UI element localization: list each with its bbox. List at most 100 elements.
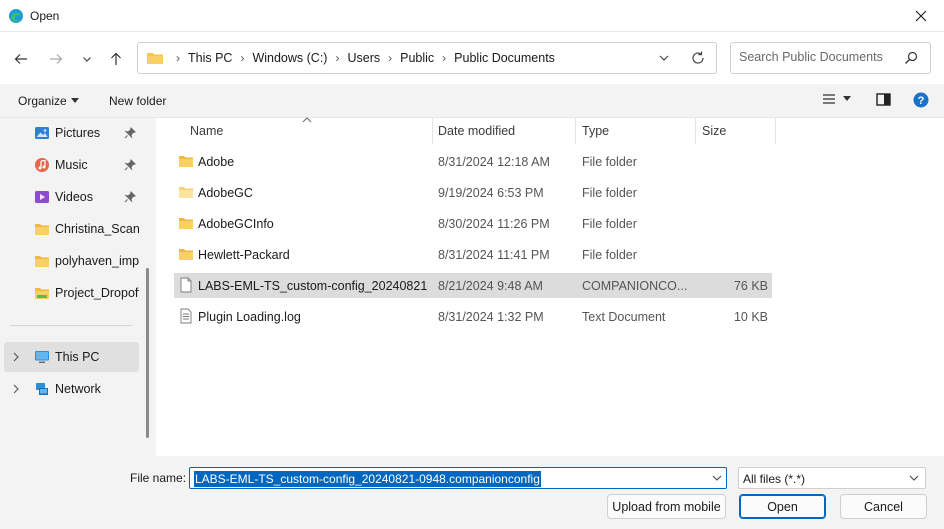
breadcrumb-separator: › [240,51,245,65]
pin-icon[interactable] [124,191,136,203]
dialog-footer: File name: LABS-EML-TS_custom-config_202… [0,456,944,529]
file-type-select[interactable]: All files (*.*) [738,467,926,489]
list-view-icon [823,94,835,104]
command-bar: Organize New folder ? [0,84,944,118]
search-input[interactable] [739,50,904,64]
sidebar-item-pictures[interactable]: Pictures [0,118,140,148]
refresh-icon[interactable] [690,50,706,66]
column-header-size[interactable]: Size [702,118,726,144]
file-name: Hewlett-Packard [198,248,290,262]
chevron-right-icon[interactable] [12,384,20,394]
column-header-name[interactable]: Name [190,118,223,144]
caret-down-icon [70,98,79,103]
sidebar-scrollbar[interactable] [146,268,149,438]
file-date: 8/21/2024 9:48 AM [438,279,543,293]
navigation-pane: Pictures Music Videos Christina_Scan_I p… [0,118,156,456]
breadcrumb-separator: › [335,51,340,65]
file-type: Text Document [582,310,666,324]
recent-locations-button[interactable] [76,48,98,70]
column-divider[interactable] [575,118,576,144]
caret-down-icon [843,96,851,101]
close-button[interactable] [898,0,944,32]
file-icon [180,277,192,293]
file-type: COMPANIONCO... [582,279,688,293]
svg-text:?: ? [918,95,925,107]
column-divider[interactable] [432,118,433,144]
pin-icon[interactable] [124,159,136,171]
chevron-down-icon [909,475,919,481]
chevron-right-icon[interactable] [12,352,20,362]
search-box[interactable] [730,42,931,74]
open-button[interactable]: Open [739,494,826,519]
help-icon[interactable]: ? [913,92,929,108]
table-row[interactable]: AdobeGCInfo 8/30/2024 11:26 PM File fold… [174,211,772,236]
network-icon [36,383,48,395]
breadcrumb-public[interactable]: Public [398,51,436,65]
this-pc-icon [35,351,49,363]
column-header-type[interactable]: Type [582,118,609,144]
folder-icon [35,288,49,299]
new-folder-button[interactable]: New folder [109,94,166,108]
address-dropdown-icon[interactable] [658,52,670,64]
sidebar-item-label: Christina_Scan_I [55,222,139,236]
forward-button[interactable] [45,48,67,70]
upload-from-mobile-button[interactable]: Upload from mobile [607,494,726,519]
preview-pane-icon[interactable] [876,93,892,107]
file-type: File folder [582,248,637,262]
sidebar-item-polyhaven[interactable]: polyhaven_impo [0,246,140,276]
file-type: File folder [582,217,637,231]
file-name-field[interactable]: LABS-EML-TS_custom-config_20240821-0948.… [189,467,727,489]
sidebar-item-videos[interactable]: Videos [0,182,140,212]
sidebar-item-network[interactable]: Network [0,374,140,404]
view-options-button[interactable] [822,93,851,105]
breadcrumb-separator: › [388,51,393,65]
folder-icon [179,218,193,229]
file-name: LABS-EML-TS_custom-config_20240821-... [198,279,428,293]
sidebar-item-label: This PC [55,350,100,364]
file-name: AdobeGC [198,186,253,200]
file-type-value: All files (*.*) [743,472,806,486]
folder-icon [179,249,193,260]
chevron-down-icon[interactable] [712,474,722,482]
sidebar-item-this-pc[interactable]: This PC [4,342,139,372]
pin-icon[interactable] [124,127,136,139]
column-divider[interactable] [695,118,696,144]
cancel-button[interactable]: Cancel [840,494,927,519]
sidebar-item-christina-scan[interactable]: Christina_Scan_I [0,214,140,244]
breadcrumb-public-documents[interactable]: Public Documents [452,51,557,65]
breadcrumb-users[interactable]: Users [345,51,382,65]
breadcrumb-this-pc[interactable]: This PC [186,51,234,65]
sidebar-divider [10,325,132,326]
breadcrumb-windows-c[interactable]: Windows (C:) [250,51,329,65]
table-row[interactable]: AdobeGC 9/19/2024 6:53 PM File folder [174,180,772,205]
breadcrumb-separator: › [176,51,180,65]
file-date: 8/30/2024 11:26 PM [438,217,550,231]
file-size: 76 KB [733,279,768,293]
column-divider[interactable] [775,118,776,144]
file-date: 8/31/2024 11:41 PM [438,248,550,262]
sidebar-item-project-dropoff[interactable]: Project_Dropoff [0,278,140,308]
sidebar-item-label: polyhaven_impo [55,254,139,268]
table-row-selected[interactable]: LABS-EML-TS_custom-config_20240821-... 8… [174,273,772,298]
chevron-down-icon [83,57,91,62]
arrow-left-icon [14,54,27,64]
window-title: Open [30,9,60,23]
back-button[interactable] [10,48,32,70]
organize-button[interactable]: Organize [18,94,79,108]
pictures-icon [35,127,49,139]
address-bar[interactable]: › This PC › Windows (C:) › Users › Publi… [137,42,717,74]
file-name-value[interactable]: LABS-EML-TS_custom-config_20240821-0948.… [194,471,541,487]
file-name: Adobe [198,155,235,169]
file-size: 10 KB [733,310,768,324]
table-row[interactable]: Plugin Loading.log 8/31/2024 1:32 PM Tex… [174,304,772,329]
table-row[interactable]: Adobe 8/31/2024 12:18 AM File folder [174,149,772,174]
up-button[interactable] [105,48,127,70]
videos-icon [35,191,49,203]
text-document-icon [180,308,192,324]
folder-icon [179,187,193,198]
column-header-date[interactable]: Date modified [438,118,515,144]
sidebar-item-music[interactable]: Music [0,150,140,180]
table-row[interactable]: Hewlett-Packard 8/31/2024 11:41 PM File … [174,242,772,267]
folder-icon [35,256,49,267]
search-icon[interactable] [904,51,918,65]
